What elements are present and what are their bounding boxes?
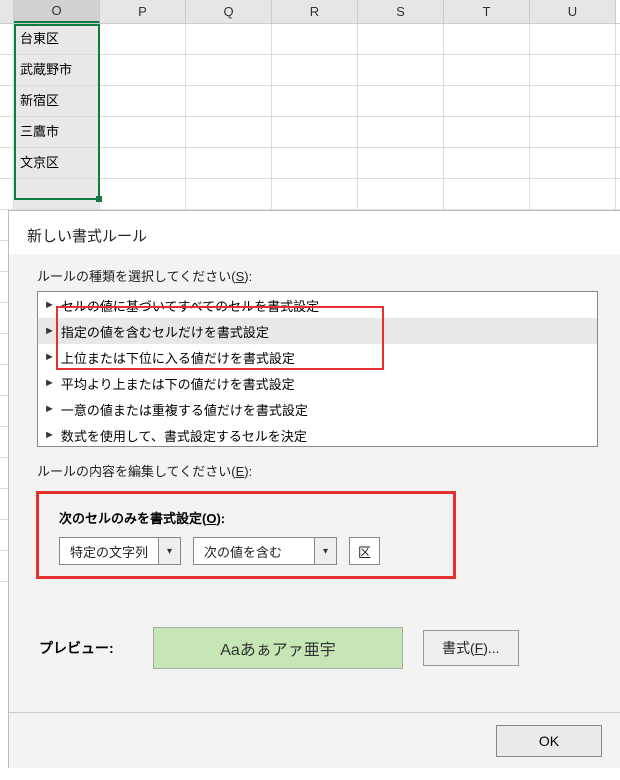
cell[interactable] — [530, 148, 616, 178]
cell[interactable] — [100, 24, 186, 54]
cell[interactable] — [14, 179, 100, 209]
cell[interactable] — [530, 24, 616, 54]
cell[interactable] — [444, 86, 530, 116]
rule-type-item[interactable]: ►一意の値または重複する値だけを書式設定 — [38, 396, 597, 422]
select-rule-type-label: ルールの種類を選択してください(S): — [37, 266, 598, 285]
cell[interactable] — [272, 24, 358, 54]
rule-type-item[interactable]: ►平均より上または下の値だけを書式設定 — [38, 370, 597, 396]
cell[interactable] — [272, 179, 358, 209]
cell[interactable] — [272, 86, 358, 116]
cell[interactable] — [100, 179, 186, 209]
column-headers: O P Q R S T U — [0, 0, 620, 24]
cell[interactable] — [272, 148, 358, 178]
cell[interactable] — [444, 24, 530, 54]
rule-type-item[interactable]: ►数式を使用して、書式設定するセルを決定 — [38, 422, 597, 447]
cell[interactable]: 武蔵野市 — [14, 55, 100, 85]
edit-rule-label: ルールの内容を編集してください(E): — [37, 461, 598, 480]
col-header-P[interactable]: P — [100, 0, 186, 23]
value-input[interactable]: 区 — [349, 537, 380, 565]
cell[interactable] — [186, 179, 272, 209]
rule-type-item[interactable]: ►指定の値を含むセルだけを書式設定 — [38, 318, 597, 344]
col-header-O[interactable]: O — [14, 0, 100, 23]
triangle-right-icon: ► — [44, 351, 55, 363]
triangle-right-icon: ► — [44, 429, 55, 441]
dialog-title: 新しい書式ルール — [9, 211, 620, 254]
cell[interactable] — [530, 117, 616, 147]
cell[interactable] — [186, 55, 272, 85]
rule-type-item[interactable]: ►セルの値に基づいてすべてのセルを書式設定 — [38, 292, 597, 318]
cell[interactable] — [444, 55, 530, 85]
col-header-T[interactable]: T — [444, 0, 530, 23]
preview-sample: Aaあぁアァ亜宇 — [153, 627, 403, 669]
cell[interactable] — [358, 24, 444, 54]
col-header-R[interactable]: R — [272, 0, 358, 23]
cell[interactable] — [444, 117, 530, 147]
triangle-right-icon: ► — [44, 377, 55, 389]
cell[interactable] — [100, 117, 186, 147]
col-header-gutter — [0, 0, 14, 23]
cell[interactable]: 三鷹市 — [14, 117, 100, 147]
cell[interactable] — [530, 86, 616, 116]
cell[interactable] — [186, 86, 272, 116]
format-button[interactable]: 書式(F)... — [423, 630, 519, 666]
cell[interactable] — [358, 179, 444, 209]
cell[interactable] — [358, 86, 444, 116]
triangle-right-icon: ► — [44, 403, 55, 415]
cell[interactable] — [100, 86, 186, 116]
preview-label: プレビュー: — [39, 638, 133, 658]
rule-type-list[interactable]: ►セルの値に基づいてすべてのセルを書式設定 ►指定の値を含むセルだけを書式設定 … — [37, 291, 598, 447]
cell[interactable]: 台東区 — [14, 24, 100, 54]
col-header-S[interactable]: S — [358, 0, 444, 23]
cell[interactable] — [358, 55, 444, 85]
cell[interactable]: 新宿区 — [14, 86, 100, 116]
format-only-label: 次のセルのみを書式設定(O): — [59, 508, 596, 527]
cell[interactable] — [530, 179, 616, 209]
cell[interactable] — [358, 148, 444, 178]
triangle-right-icon: ► — [44, 299, 55, 311]
cell[interactable] — [186, 24, 272, 54]
cell[interactable] — [358, 117, 444, 147]
col-header-U[interactable]: U — [530, 0, 616, 23]
operator-combo[interactable]: 次の値を含む ▾ — [193, 537, 337, 565]
cell[interactable] — [100, 148, 186, 178]
condition-type-combo[interactable]: 特定の文字列 ▾ — [59, 537, 181, 565]
chevron-down-icon[interactable]: ▾ — [314, 538, 336, 564]
cell[interactable] — [444, 179, 530, 209]
dialog-footer: OK — [9, 712, 620, 768]
cell[interactable] — [530, 55, 616, 85]
cell[interactable]: 文京区 — [14, 148, 100, 178]
col-header-Q[interactable]: Q — [186, 0, 272, 23]
chevron-down-icon[interactable]: ▾ — [158, 538, 180, 564]
cell[interactable] — [100, 55, 186, 85]
cell[interactable] — [272, 117, 358, 147]
cell[interactable] — [186, 117, 272, 147]
triangle-right-icon: ► — [44, 325, 55, 337]
cell[interactable] — [272, 55, 358, 85]
rule-type-item[interactable]: ►上位または下位に入る値だけを書式設定 — [38, 344, 597, 370]
cell[interactable] — [186, 148, 272, 178]
ok-button[interactable]: OK — [496, 725, 602, 757]
cell[interactable] — [444, 148, 530, 178]
new-formatting-rule-dialog: 新しい書式ルール ルールの種類を選択してください(S): ►セルの値に基づいてす… — [8, 210, 620, 768]
